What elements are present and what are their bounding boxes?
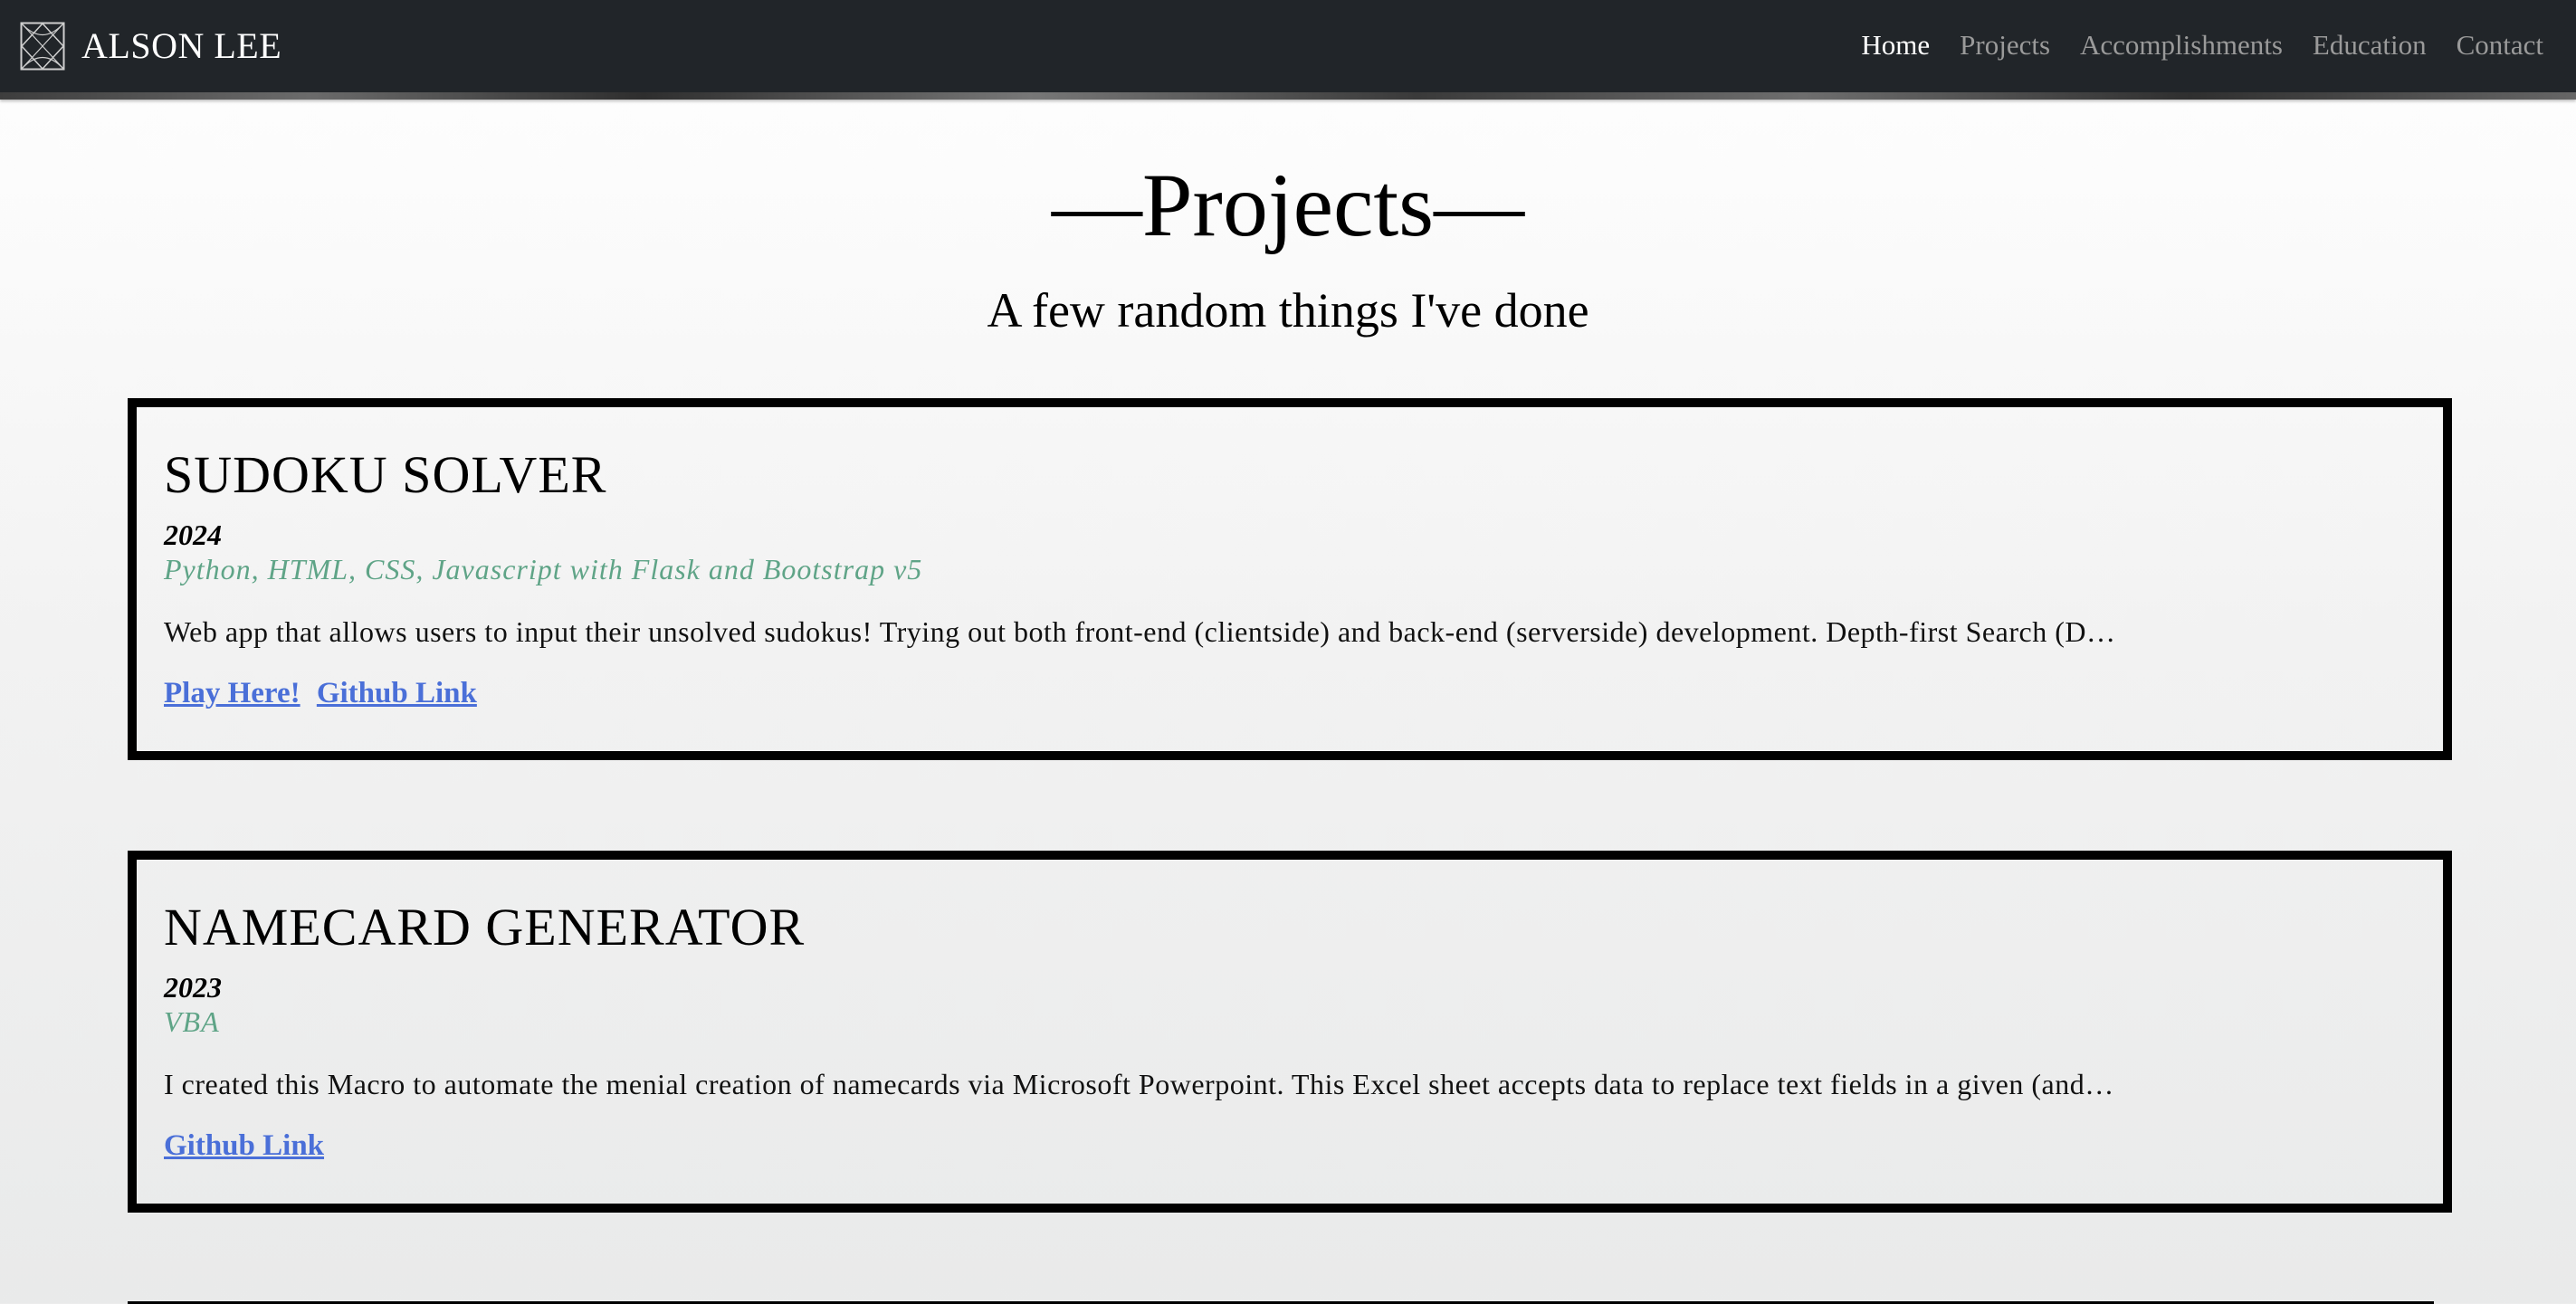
page-title: —Projects— <box>1051 155 1525 255</box>
nav-link-home[interactable]: Home <box>1861 25 1930 65</box>
nav-link-education[interactable]: Education <box>2313 25 2427 65</box>
project-title: SUDOKU SOLVER <box>164 445 607 504</box>
project-tech-stack: Python, HTML, CSS, Javascript with Flask… <box>164 553 923 585</box>
page-subtitle: A few random things I've done <box>987 283 1589 338</box>
project-year: 2023 <box>164 971 222 1004</box>
brand-link[interactable]: ALSON LEE <box>20 22 281 71</box>
project-description: Web app that allows users to input their… <box>164 615 2116 648</box>
project-links: Github Link <box>164 1128 333 1164</box>
nav-links: Home Projects Accomplishments Education … <box>1831 25 2543 65</box>
play-here-link[interactable]: Play Here! <box>164 677 301 709</box>
project-title: NAMECARD GENERATOR <box>164 898 806 957</box>
project-year: 2024 <box>164 519 222 551</box>
project-card-namecard-generator: NAMECARD GENERATOR 2023 VBA I created th… <box>128 851 2452 1213</box>
project-links: Play Here! Github Link <box>164 675 486 711</box>
github-link[interactable]: Github Link <box>317 677 477 709</box>
nav-link-projects[interactable]: Projects <box>1960 25 2050 65</box>
project-tech-stack: VBA <box>164 1005 220 1038</box>
brand-name: ALSON LEE <box>81 25 282 66</box>
github-link[interactable]: Github Link <box>164 1129 324 1162</box>
project-description: I created this Macro to automate the men… <box>164 1068 2114 1100</box>
project-card-sudoku-solver: SUDOKU SOLVER 2024 Python, HTML, CSS, Ja… <box>128 398 2452 760</box>
geometric-diamond-logo-icon <box>20 22 65 71</box>
nav-link-accomplishments[interactable]: Accomplishments <box>2080 25 2283 65</box>
top-navbar: ALSON LEE Home Projects Accomplishments … <box>0 0 2576 100</box>
nav-link-contact[interactable]: Contact <box>2457 25 2543 65</box>
